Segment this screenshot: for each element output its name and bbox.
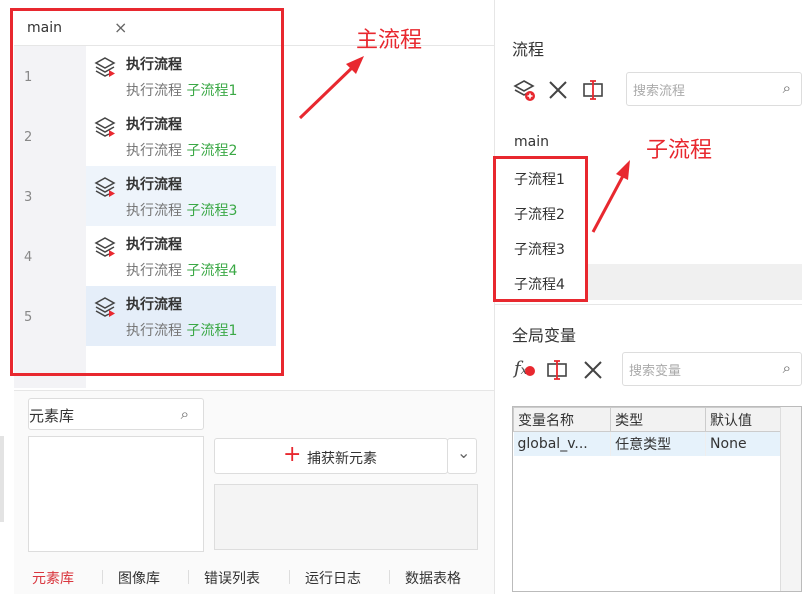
bottom-tab[interactable]: 图像库 xyxy=(118,568,160,588)
chevron-down-icon: ⌄ xyxy=(457,443,471,462)
tab-label: main xyxy=(27,20,62,36)
capture-dropdown-button[interactable]: ⌄ xyxy=(447,438,477,474)
flow-step-row[interactable]: 执行流程 执行流程 子流程2 xyxy=(86,106,276,166)
tab-separator xyxy=(289,570,290,584)
step-desc-prefix: 执行流程 xyxy=(126,263,182,279)
flow-step-row[interactable]: 执行流程 执行流程 子流程1 xyxy=(86,286,276,346)
add-flow-icon[interactable] xyxy=(512,78,536,102)
column-header[interactable]: 变量名称 xyxy=(513,407,612,432)
flow-search-placeholder: 搜索流程 xyxy=(633,84,686,99)
step-desc-prefix: 执行流程 xyxy=(126,203,182,219)
bottom-tab[interactable]: 数据表格 xyxy=(405,568,461,588)
bottom-tab[interactable]: 错误列表 xyxy=(204,568,260,588)
variables-table-wrap: 变量名称 类型 默认值 global_v... 任意类型 None xyxy=(512,406,802,592)
element-search-placeholder: 元素库 xyxy=(29,407,75,425)
step-title: 执行流程 xyxy=(126,57,182,73)
flow-item[interactable]: 子流程4 xyxy=(514,274,565,294)
step-title: 执行流程 xyxy=(126,237,182,253)
globals-divider xyxy=(495,304,802,305)
add-variable-icon[interactable]: fx xyxy=(514,358,536,379)
table-row[interactable]: global_v... 任意类型 None xyxy=(513,431,801,456)
flow-item[interactable]: 子流程1 xyxy=(514,169,565,189)
globals-title: 全局变量 xyxy=(512,326,577,345)
element-list xyxy=(28,436,204,552)
line-number: 2 xyxy=(24,130,33,145)
execute-flow-icon xyxy=(94,117,116,137)
capture-new-element-button[interactable]: + 捕获新元素 xyxy=(214,438,448,474)
line-gutter xyxy=(14,46,86,388)
step-desc: 执行流程 子流程2 xyxy=(126,140,237,160)
left-scroll-strip xyxy=(0,436,4,522)
execute-flow-icon xyxy=(94,177,116,197)
step-desc-prefix: 执行流程 xyxy=(126,323,182,339)
flow-item[interactable]: 子流程2 xyxy=(514,204,565,224)
step-desc: 执行流程 子流程4 xyxy=(126,260,237,280)
execute-flow-icon xyxy=(94,57,116,77)
step-subflow-link[interactable]: 子流程1 xyxy=(186,83,237,99)
line-number: 3 xyxy=(24,190,33,205)
step-subflow-link[interactable]: 子流程4 xyxy=(186,263,237,279)
table-cell[interactable]: global_v... xyxy=(513,431,612,456)
search-icon[interactable]: ⌕ xyxy=(783,79,791,97)
line-number: 5 xyxy=(24,310,33,325)
flow-step-row[interactable]: 执行流程 执行流程 子流程4 xyxy=(86,226,276,286)
tab-separator xyxy=(389,570,390,584)
search-icon[interactable]: ⌕ xyxy=(783,359,791,377)
right-panel-divider xyxy=(494,0,495,594)
step-title: 执行流程 xyxy=(126,177,182,193)
close-icon[interactable]: × xyxy=(114,18,127,37)
line-number: 4 xyxy=(24,250,33,265)
flow-item[interactable]: main xyxy=(514,134,549,150)
tab-main[interactable]: main × xyxy=(14,14,138,44)
step-desc: 执行流程 子流程1 xyxy=(126,320,237,340)
execute-flow-icon xyxy=(94,297,116,317)
variable-search-placeholder: 搜索变量 xyxy=(629,364,682,379)
capture-label: 捕获新元素 xyxy=(307,451,377,467)
step-subflow-link[interactable]: 子流程2 xyxy=(186,143,237,159)
plus-icon: + xyxy=(283,442,302,467)
step-desc: 执行流程 子流程1 xyxy=(126,80,237,100)
element-search-input[interactable]: 元素库 ⌕ xyxy=(28,398,204,430)
step-desc: 执行流程 子流程3 xyxy=(126,200,237,220)
flow-search-input[interactable]: 搜索流程 ⌕ xyxy=(626,72,802,106)
variables-table: 变量名称 类型 默认值 global_v... 任意类型 None xyxy=(513,407,801,456)
step-subflow-link[interactable]: 子流程3 xyxy=(186,203,237,219)
table-cell[interactable]: 任意类型 xyxy=(610,431,707,456)
flow-step-row[interactable]: 执行流程 执行流程 子流程1 xyxy=(86,46,276,106)
step-title: 执行流程 xyxy=(126,117,182,133)
arrow-sub xyxy=(591,160,630,233)
step-title: 执行流程 xyxy=(126,297,182,313)
tab-separator xyxy=(102,570,103,584)
variable-search-input[interactable]: 搜索变量 ⌕ xyxy=(622,352,802,386)
execute-flow-icon xyxy=(94,237,116,257)
rename-variable-icon[interactable] xyxy=(546,359,568,381)
flow-selected-row[interactable] xyxy=(586,264,802,300)
bottom-tab[interactable]: 运行日志 xyxy=(305,568,361,588)
search-icon[interactable]: ⌕ xyxy=(181,405,189,423)
bottom-tab[interactable]: 元素库 xyxy=(32,568,74,588)
delete-variable-icon[interactable] xyxy=(582,359,604,381)
flow-step-row[interactable]: 执行流程 执行流程 子流程3 xyxy=(86,166,276,226)
vertical-scrollbar[interactable] xyxy=(780,407,801,591)
flows-title: 流程 xyxy=(512,40,545,59)
rename-flow-icon[interactable] xyxy=(582,79,604,101)
flow-item[interactable]: 子流程3 xyxy=(514,239,565,259)
step-desc-prefix: 执行流程 xyxy=(126,143,182,159)
annotation-sub-flow: 子流程 xyxy=(646,138,713,163)
step-subflow-link[interactable]: 子流程1 xyxy=(186,323,237,339)
step-desc-prefix: 执行流程 xyxy=(126,83,182,99)
column-header[interactable]: 类型 xyxy=(610,407,707,432)
delete-flow-icon[interactable] xyxy=(547,79,569,101)
element-preview xyxy=(214,484,478,550)
tab-separator xyxy=(188,570,189,584)
line-number: 1 xyxy=(24,70,33,85)
arrow-main xyxy=(298,56,364,120)
annotation-main-flow: 主流程 xyxy=(356,28,423,53)
